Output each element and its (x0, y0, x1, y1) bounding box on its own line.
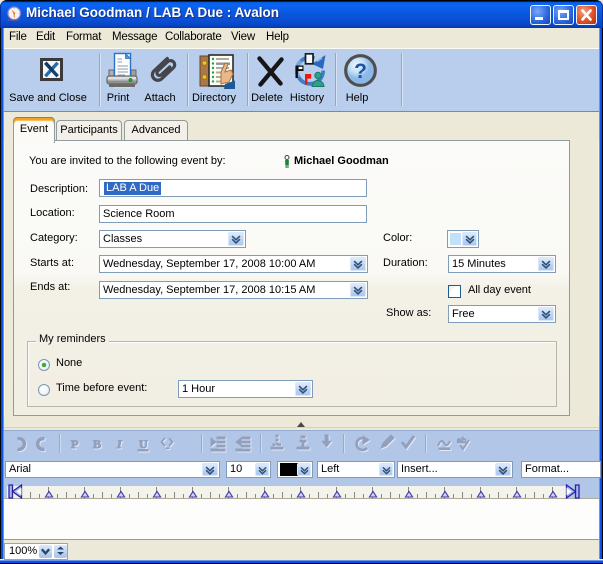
svg-text:?: ? (354, 60, 367, 83)
